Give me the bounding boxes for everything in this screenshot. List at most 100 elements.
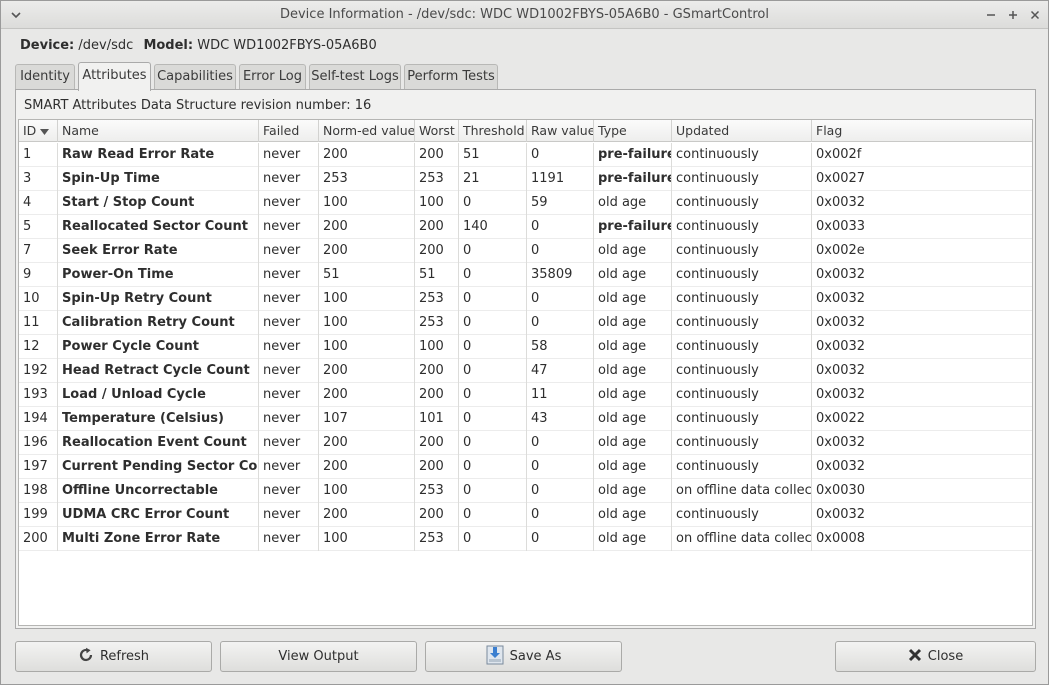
column-header-type[interactable]: Type (594, 120, 672, 142)
table-row[interactable]: 192 Head Retract Cycle Count never 200 200 0 4… (19, 359, 1032, 383)
cell-flag: 0x0030 (816, 483, 866, 498)
tab-identity[interactable]: Identity (15, 64, 75, 90)
cell-worst: 200 (415, 431, 459, 455)
cell-failed: never (259, 407, 319, 431)
cell-type: old age (594, 287, 672, 311)
table-row[interactable]: 12 Power Cycle Count never 100 100 0 58 old age… (19, 335, 1032, 359)
minimize-button[interactable] (982, 6, 1000, 24)
cell-normed-value: 107 (319, 407, 415, 431)
cell-type: old age (594, 479, 672, 503)
table-row[interactable]: 4 Start / Stop Count never 100 100 0 59 old age… (19, 191, 1032, 215)
column-header-raw-value[interactable]: Raw value (527, 120, 594, 142)
cell-id: 198 (19, 479, 58, 503)
table-row[interactable]: 11 Calibration Retry Count never 100 253 0 0 ol… (19, 311, 1032, 335)
cell-name: UDMA CRC Error Count (58, 503, 259, 527)
minimize-icon (987, 14, 995, 16)
cell-raw-value: 0 (527, 143, 594, 167)
cell-raw-value: 43 (527, 407, 594, 431)
column-header-worst[interactable]: Worst (415, 120, 459, 142)
close-icon (1030, 10, 1040, 20)
cell-failed: never (259, 359, 319, 383)
cell-updated: continuously (672, 311, 812, 335)
cell-id: 197 (19, 455, 58, 479)
cell-worst: 200 (415, 455, 459, 479)
column-header-name[interactable]: Name (58, 120, 259, 142)
cell-updated: continuously (672, 431, 812, 455)
cell-flag: 0x002f (816, 147, 862, 162)
table-row[interactable]: 198 Offline Uncorrectable never 100 253 0 0 old… (19, 479, 1032, 503)
table-row[interactable]: 10 Spin-Up Retry Count never 100 253 0 0 old ag… (19, 287, 1032, 311)
view-output-button[interactable]: View Output (220, 641, 417, 672)
cell-failed: never (259, 335, 319, 359)
close-window-button[interactable] (1026, 6, 1044, 24)
cell-threshold: 0 (459, 503, 527, 527)
tab-attributes[interactable]: Attributes (78, 62, 151, 91)
cell-failed: never (259, 143, 319, 167)
cell-id: 193 (19, 383, 58, 407)
table-row[interactable]: 199 UDMA CRC Error Count never 200 200 0 0 old … (19, 503, 1032, 527)
cell-type: old age (594, 455, 672, 479)
cell-updated: continuously (672, 407, 812, 431)
maximize-button[interactable] (1004, 6, 1022, 24)
table-row[interactable]: 5 Reallocated Sector Count never 200 200 140 0… (19, 215, 1032, 239)
cell-worst: 200 (415, 239, 459, 263)
tab-perform-tests[interactable]: Perform Tests (404, 64, 498, 90)
cell-failed: never (259, 527, 319, 551)
title-bar[interactable]: Device Information - /dev/sdc: WDC WD100… (1, 1, 1048, 29)
cell-threshold: 0 (459, 431, 527, 455)
cell-normed-value: 200 (319, 383, 415, 407)
cell-type: old age (594, 527, 672, 551)
cell-type: old age (594, 239, 672, 263)
cell-id: 7 (19, 239, 58, 263)
table-row[interactable]: 194 Temperature (Celsius) never 107 101 0 43 ol… (19, 407, 1032, 431)
save-as-button[interactable]: Save As (425, 641, 622, 672)
cell-updated: continuously (672, 335, 812, 359)
tab-error-log[interactable]: Error Log (239, 64, 306, 90)
attributes-table[interactable]: ID Name Failed Norm-ed value Worst Thres… (18, 119, 1033, 626)
cell-threshold: 0 (459, 359, 527, 383)
column-header-threshold[interactable]: Threshold (459, 120, 527, 142)
table-row[interactable]: 196 Reallocation Event Count never 200 200 0 0… (19, 431, 1032, 455)
table-row[interactable]: 200 Multi Zone Error Rate never 100 253 0 0 old… (19, 527, 1032, 551)
cell-normed-value: 200 (319, 143, 415, 167)
cell-name: Raw Read Error Rate (58, 143, 259, 167)
attributes-panel: SMART Attributes Data Structure revision… (15, 89, 1036, 629)
cell-normed-value: 200 (319, 503, 415, 527)
tab-capabilities[interactable]: Capabilities (154, 64, 236, 90)
cell-id: 196 (19, 431, 58, 455)
table-row[interactable]: 3 Spin-Up Time never 253 253 21 1191 pre-failur… (19, 167, 1032, 191)
column-header-id[interactable]: ID (19, 120, 58, 142)
cell-type: pre-failure (594, 167, 672, 191)
cell-flag: 0x0032 (816, 459, 866, 474)
column-header-failed[interactable]: Failed (259, 120, 319, 142)
column-header-updated[interactable]: Updated (672, 120, 812, 142)
cell-threshold: 0 (459, 239, 527, 263)
cell-failed: never (259, 239, 319, 263)
device-information-window: Device Information - /dev/sdc: WDC WD100… (0, 0, 1049, 685)
cell-name: Reallocation Event Count (58, 431, 259, 455)
column-header-flag[interactable]: Flag (812, 120, 1032, 142)
table-row[interactable]: 193 Load / Unload Cycle never 200 200 0 11 old … (19, 383, 1032, 407)
table-row[interactable]: 7 Seek Error Rate never 200 200 0 0 old age cont… (19, 239, 1032, 263)
cell-updated: continuously (672, 503, 812, 527)
cell-worst: 253 (415, 311, 459, 335)
model-value: WDC WD1002FBYS-05A6B0 (197, 38, 377, 53)
cell-type: old age (594, 311, 672, 335)
device-info-line: Device: /dev/sdc Model: WDC WD1002FBYS-0… (20, 38, 377, 53)
cell-name: Power-On Time (58, 263, 259, 287)
table-row[interactable]: 197Current Pending Sector Countnever2002… (19, 455, 1032, 479)
cell-normed-value: 100 (319, 479, 415, 503)
cell-raw-value: 58 (527, 335, 594, 359)
cell-type: pre-failure (594, 215, 672, 239)
close-button[interactable]: Close (835, 641, 1036, 672)
cell-normed-value: 253 (319, 167, 415, 191)
tab-self-test-logs[interactable]: Self-test Logs (309, 64, 401, 90)
cell-updated: continuously (672, 191, 812, 215)
cell-type: old age (594, 503, 672, 527)
column-header-normed-value[interactable]: Norm-ed value (319, 120, 415, 142)
cell-threshold: 0 (459, 479, 527, 503)
table-row[interactable]: 1 Raw Read Error Rate never 200 200 51 0 pre-fa… (19, 143, 1032, 167)
cell-normed-value: 100 (319, 191, 415, 215)
refresh-button[interactable]: Refresh (15, 641, 212, 672)
table-row[interactable]: 9 Power-On Time never 51 51 0 35809 old age cont… (19, 263, 1032, 287)
